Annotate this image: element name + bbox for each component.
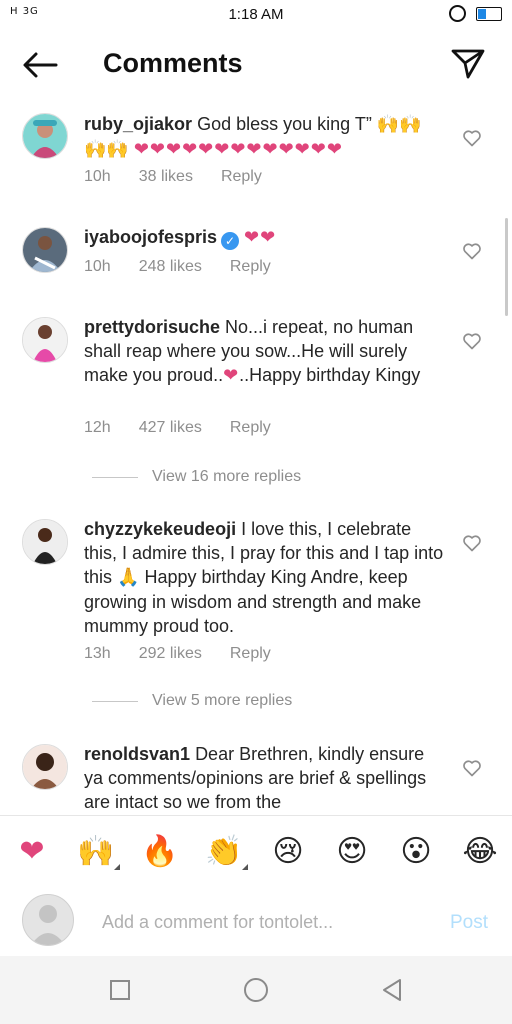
comment-text-end: ..Happy birthday Kingy [239,365,421,385]
comment-likes[interactable]: 248 likes [139,258,202,276]
alarm-icon [449,5,466,22]
back-triangle-icon[interactable] [378,976,406,1004]
comment-time: 10h [84,168,111,185]
raised-hands-emoji: 🙌🙌 [376,114,422,135]
heart-outline-icon[interactable] [462,331,482,351]
avatar[interactable] [22,519,68,565]
comment-username[interactable]: chyzzykekeudeoji [84,519,236,539]
divider-line [92,700,138,702]
comment-username[interactable]: ruby_ojiakor [84,114,192,134]
heart-outline-icon[interactable] [462,758,482,778]
comment-meta: 12h 427 likes Reply [84,419,299,437]
arrow-left-icon [23,52,58,78]
avatar[interactable] [22,317,68,363]
paper-plane-icon [451,49,485,79]
view-more-replies[interactable]: View 5 more replies [92,692,292,710]
avatar[interactable] [22,744,68,790]
comment-username[interactable]: renoldsvan1 [84,744,190,764]
page-title: Comments [103,48,243,78]
comment-likes[interactable]: 427 likes [139,419,202,437]
comment-username[interactable]: iyaboojofespris [84,227,217,247]
avatar[interactable] [22,113,68,159]
hearts-emoji: ❤❤ [244,227,277,248]
comment-item: renoldsvan1 Dear Brethren, kindly ensure… [0,742,512,815]
post-button[interactable]: Post [450,912,488,934]
comment-likes[interactable]: 38 likes [139,168,193,186]
heart-emoji: ❤ [223,365,240,386]
status-time: 1:18 AM [228,6,284,23]
battery-icon [476,6,502,21]
avatar[interactable] [22,227,68,273]
comment-likes[interactable]: 292 likes [139,645,202,663]
reply-button[interactable]: Reply [230,258,271,276]
heart-outline-icon[interactable] [462,533,482,553]
scrollbar[interactable] [505,218,508,316]
heart-emoji-button[interactable]: ❤ [12,832,52,872]
comment-meta: 10h 38 likes Reply [84,168,290,186]
sad-face-emoji-button[interactable]: 😢 [268,832,308,872]
user-avatar [22,894,74,946]
hearts-emoji: ❤❤❤❤❤❤❤❤❤❤❤❤❤ [133,139,343,160]
raised-hands-emoji: 🙌🙌 [84,139,129,160]
praying-hands-emoji: 🙏 [117,567,140,588]
status-bar: H 3G 1:18 AM [0,0,512,30]
clapping-emoji-button[interactable]: 👏 [204,832,248,872]
divider-line [92,476,138,478]
comment-text: God bless you king T” [197,114,372,134]
comment-time: 12h [84,419,111,436]
heart-outline-icon[interactable] [462,241,482,261]
reply-button[interactable]: Reply [221,168,262,186]
back-button[interactable] [20,50,60,80]
heart-outline-icon[interactable] [462,128,482,148]
view-replies-label: View 16 more replies [152,468,302,485]
raised-hands-emoji-button[interactable]: 🙌 [76,832,120,872]
view-more-replies[interactable]: View 16 more replies [92,468,301,486]
comment-meta: 13h 292 likes Reply [84,645,299,663]
reply-button[interactable]: Reply [230,419,271,437]
home-circle-icon[interactable] [242,976,270,1004]
verified-badge-icon: ✓ [221,232,240,250]
comment-meta: 10h 248 likes Reply [84,258,299,276]
surprised-emoji-button[interactable]: 😮 [396,832,436,872]
system-nav-bar [0,956,512,1024]
view-replies-label: View 5 more replies [152,692,293,709]
recents-square-icon[interactable] [106,976,134,1004]
share-button[interactable] [450,48,486,80]
laughing-emoji-button[interactable]: 😂 [460,832,500,872]
comment-composer: Post [0,886,512,956]
quick-emoji-bar: ❤ 🙌 🔥 👏 😢 😍 😮 😂 [0,815,512,887]
heart-eyes-emoji-button[interactable]: 😍 [332,832,372,872]
header: Comments [0,30,512,100]
comment-input[interactable] [100,904,404,940]
reply-button[interactable]: Reply [230,645,271,663]
fire-emoji-button[interactable]: 🔥 [140,832,180,872]
comment-time: 10h [84,258,111,275]
comment-time: 13h [84,645,111,662]
comment-username[interactable]: prettydorisuche [84,317,220,337]
